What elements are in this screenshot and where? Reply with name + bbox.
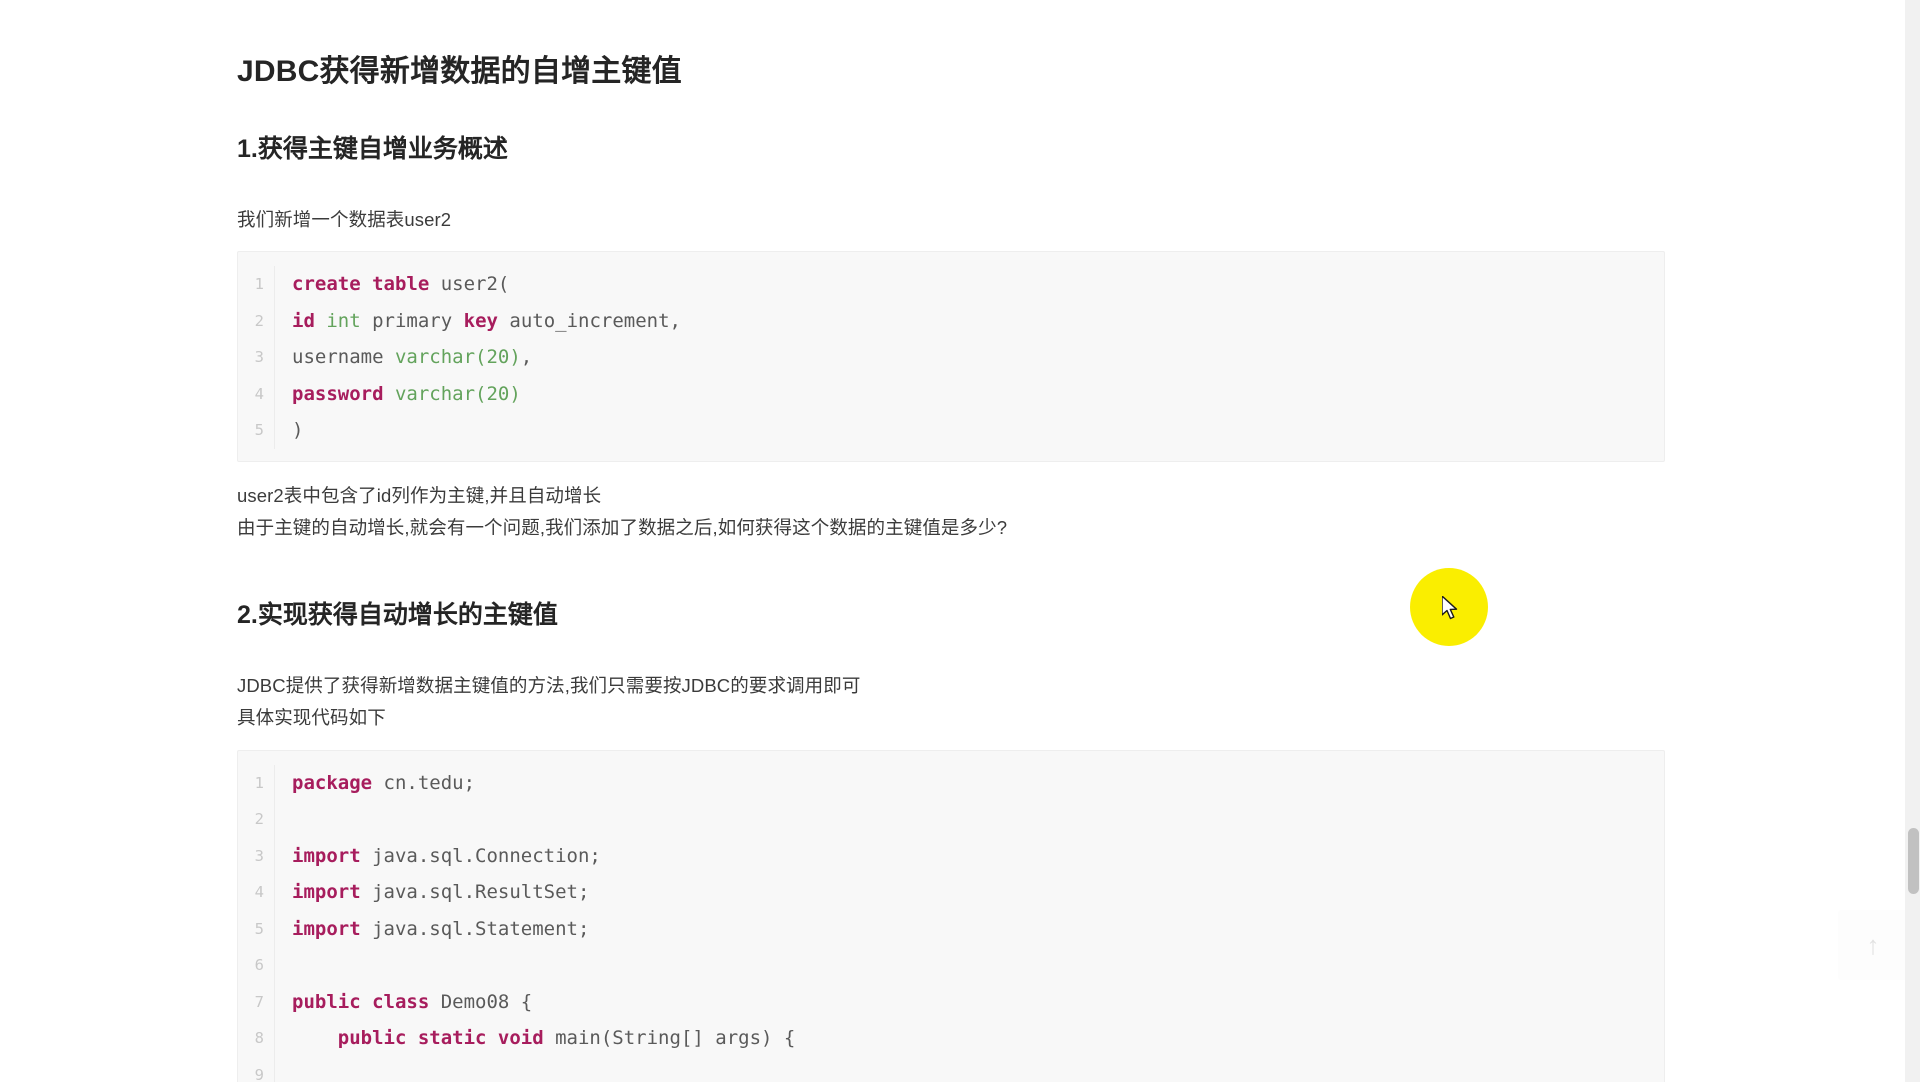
section-heading-2: 2.实现获得自动增长的主键值: [237, 601, 558, 630]
code-line-number: 8: [254, 1029, 264, 1048]
code-token: Demo08 {: [429, 990, 533, 1013]
code-line: 1 package cn.tedu;: [238, 764, 1664, 802]
code-token: int: [326, 309, 361, 332]
code-token: main(String[] args) {: [543, 1027, 796, 1050]
code-token: import: [292, 917, 361, 940]
code-token: auto_increment,: [497, 309, 681, 332]
code-line-number: 9: [254, 1065, 264, 1082]
code-line: 3 username varchar(20),: [238, 339, 1664, 376]
code-line-content: import java.sql.ResultSet;: [274, 874, 1664, 911]
code-line-number: 1: [254, 275, 264, 294]
code-line: 5 import java.sql.Statement;: [238, 910, 1664, 948]
code-line: 2: [238, 801, 1664, 838]
section-heading-1: 1.获得主键自增业务概述: [237, 135, 508, 163]
code-line: 2 id int primary key auto_increment,: [238, 302, 1664, 340]
code-line-number: 4: [254, 883, 264, 902]
code-line: 8 public static void main(String[] args)…: [238, 1020, 1664, 1057]
section-1-intro-paragraph: 我们新增一个数据表user2: [237, 208, 452, 230]
code-token: package: [292, 771, 373, 794]
code-token: user2(: [429, 273, 510, 296]
page-viewport: JDBC获得新增数据的自增主键值 1.获得主键自增业务概述 我们新增一个数据表u…: [0, 0, 1920, 1082]
code-line-number: 5: [254, 919, 264, 938]
arrow-up-icon: ↑: [1866, 929, 1880, 960]
code-line-content: import java.sql.Connection;: [274, 837, 1664, 875]
code-line-number: 6: [254, 956, 264, 975]
article-content: JDBC获得新增数据的自增主键值 1.获得主键自增业务概述 我们新增一个数据表u…: [237, 0, 1665, 1082]
code-token: public static void: [337, 1027, 544, 1050]
code-line: 9: [238, 1056, 1664, 1082]
code-token: varchar(20): [394, 346, 521, 369]
code-line: 4 import java.sql.ResultSet;: [238, 874, 1664, 911]
code-line-number: 1: [254, 773, 264, 792]
code-line-number: 3: [254, 348, 264, 367]
section-2-paragraph-2: 具体实现代码如下: [237, 706, 386, 728]
code-block-java[interactable]: 1 package cn.tedu; 2 3 import java.sql.Conn…: [237, 749, 1665, 1082]
code-line-content: package cn.tedu;: [274, 764, 1664, 802]
code-token: primary: [360, 309, 464, 332]
code-line-content: username varchar(20),: [274, 339, 1664, 376]
code-token: create table: [292, 273, 430, 296]
section-1-note-paragraph-1: user2表中包含了id列作为主键,并且自动增长: [237, 484, 602, 506]
code-line-content: create table user2(: [274, 266, 1664, 303]
section-2-paragraph-1: JDBC提供了获得新增数据主键值的方法,我们只需要按JDBC的要求调用即可: [237, 674, 861, 696]
code-line-content: [274, 801, 1664, 838]
code-line: 7 public class Demo08 {: [238, 983, 1664, 1021]
code-line-content: [274, 1056, 1664, 1082]
code-line: 5): [238, 412, 1664, 449]
code-token: key: [463, 309, 498, 332]
code-token: import: [292, 844, 361, 867]
code-line-number: 3: [254, 846, 264, 865]
code-line-content: ): [274, 412, 1664, 449]
section-1-note-paragraph-2: 由于主键的自动增长,就会有一个问题,我们添加了数据之后,如何获得这个数据的主键值…: [237, 516, 1008, 538]
code-token: password: [292, 382, 384, 405]
code-line-number: 2: [254, 311, 264, 330]
code-line-content: id int primary key auto_increment,: [274, 302, 1664, 340]
code-line-content: public class Demo08 {: [274, 983, 1664, 1021]
page-scrollbar-track[interactable]: [1905, 0, 1920, 1082]
back-to-top-button[interactable]: ↑: [1838, 910, 1908, 980]
code-line: 6: [238, 947, 1664, 984]
code-token: java.sql.Statement;: [360, 917, 590, 940]
code-token: cn.tedu;: [372, 771, 476, 794]
page-scrollbar-thumb[interactable]: [1908, 828, 1919, 894]
code-line-number: 2: [254, 810, 264, 829]
code-token: public class: [292, 990, 430, 1013]
code-line-content: password varchar(20): [274, 375, 1664, 413]
code-token: ,: [520, 346, 533, 369]
code-line-content: [274, 947, 1664, 984]
code-token: java.sql.ResultSet;: [360, 881, 590, 904]
page-title: JDBC获得新增数据的自增主键值: [237, 55, 682, 88]
code-token: import: [292, 881, 361, 904]
code-line-content: public static void main(String[] args) {: [274, 1020, 1664, 1057]
code-token: varchar(20): [394, 382, 521, 405]
code-token: java.sql.Connection;: [360, 844, 601, 867]
code-line: 1 create table user2(: [238, 266, 1664, 303]
code-token: id: [292, 309, 315, 332]
code-line-number: 5: [254, 421, 264, 440]
code-line-number: 4: [254, 384, 264, 403]
code-block-sql[interactable]: 1 create table user2( 2 id int primary key …: [237, 251, 1665, 462]
code-line: 3 import java.sql.Connection;: [238, 837, 1664, 875]
code-line-content: import java.sql.Statement;: [274, 910, 1664, 948]
code-line-number: 7: [254, 992, 264, 1011]
code-line: 4 password varchar(20): [238, 375, 1664, 413]
code-token: username: [292, 346, 395, 369]
code-token: ): [292, 419, 304, 442]
